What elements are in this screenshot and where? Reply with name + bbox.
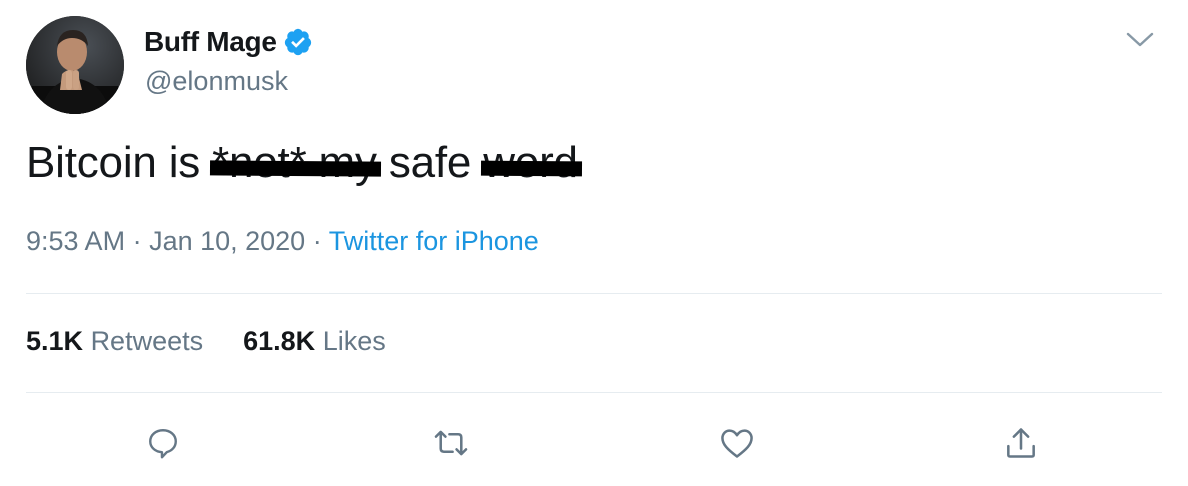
likes-count: 61.8K	[243, 326, 316, 356]
meta-separator: ·	[125, 226, 150, 256]
share-icon[interactable]	[996, 418, 1046, 468]
tweet-stats: 5.1K Retweets 61.8K Likes	[26, 326, 426, 357]
author-display-name[interactable]: Buff Mage	[144, 26, 277, 58]
like-icon[interactable]	[712, 418, 762, 468]
divider-top	[26, 293, 1162, 294]
avatar[interactable]	[26, 16, 124, 114]
redacted-text-1: *not* my	[212, 138, 377, 187]
tweet-text-before: Bitcoin is	[26, 138, 213, 187]
reply-icon[interactable]	[138, 418, 188, 468]
verified-badge-icon	[283, 27, 313, 57]
tweet-text: Bitcoin is *not* my safe word	[26, 138, 578, 188]
divider-bottom	[26, 392, 1162, 393]
tweet-source-link[interactable]: Twitter for iPhone	[329, 226, 539, 256]
tweet-meta: 9:53 AM · Jan 10, 2020 · Twitter for iPh…	[26, 226, 539, 257]
tweet-date[interactable]: Jan 10, 2020	[149, 226, 305, 256]
redacted-text-2: word	[483, 138, 578, 187]
tweet-time[interactable]: 9:53 AM	[26, 226, 125, 256]
chevron-down-icon[interactable]	[1124, 28, 1156, 52]
retweets-label: Retweets	[90, 326, 204, 356]
retweets-count: 5.1K	[26, 326, 84, 356]
likes-label: Likes	[322, 326, 386, 356]
retweets-stat[interactable]: 5.1K Retweets	[26, 326, 203, 357]
meta-separator-2: ·	[305, 226, 329, 256]
author-name-row[interactable]: Buff Mage	[144, 26, 313, 58]
retweet-icon[interactable]	[426, 418, 476, 468]
action-bar	[0, 418, 1188, 468]
tweet-text-middle: safe	[376, 138, 484, 187]
author-handle[interactable]: @elonmusk	[145, 66, 288, 97]
likes-stat[interactable]: 61.8K Likes	[243, 326, 386, 357]
